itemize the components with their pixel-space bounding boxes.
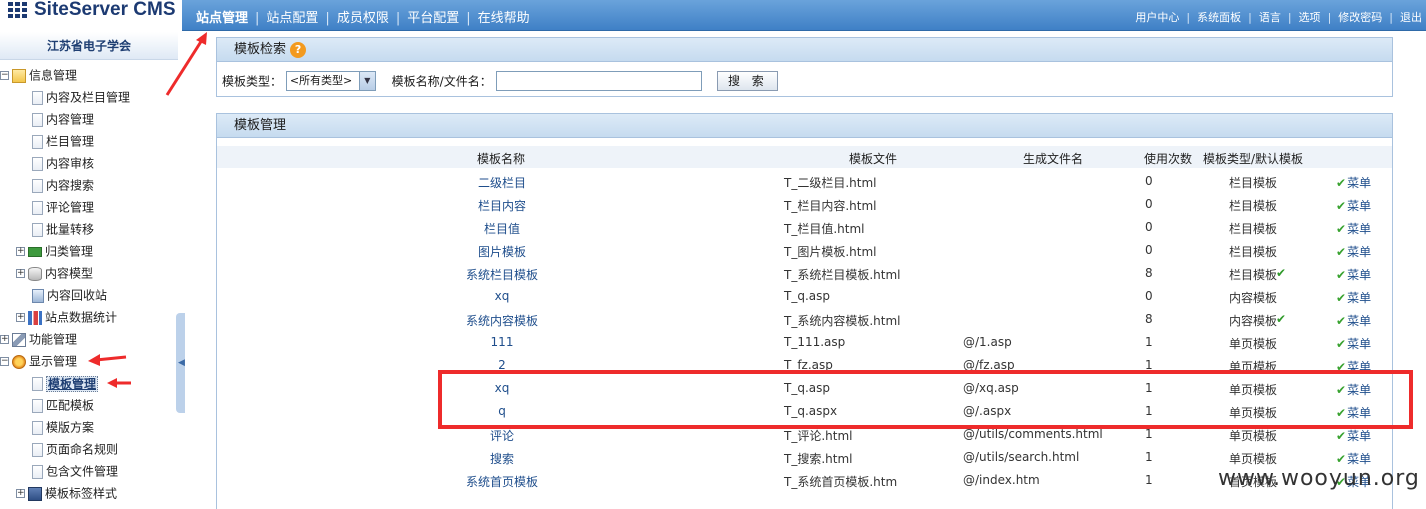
arrow-to-display-management bbox=[88, 354, 127, 366]
arrow-to-template-management bbox=[107, 378, 131, 388]
watermark: www.wooyun.org bbox=[1218, 466, 1420, 491]
annotation-arrows bbox=[88, 32, 207, 388]
arrow-to-site-management bbox=[165, 32, 207, 96]
